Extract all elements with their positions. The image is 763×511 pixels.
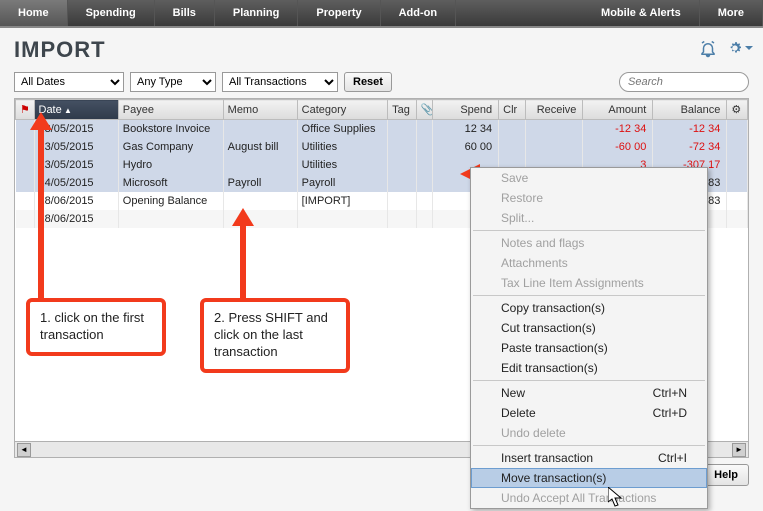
menu-item: Attachments <box>471 253 707 273</box>
col-payee[interactable]: Payee <box>118 100 223 120</box>
col-memo[interactable]: Memo <box>223 100 297 120</box>
tab-home[interactable]: Home <box>0 0 68 26</box>
menu-item: Restore <box>471 188 707 208</box>
col-tag[interactable]: Tag <box>388 100 417 120</box>
tab-mobile-alerts[interactable]: Mobile & Alerts <box>583 0 700 26</box>
tab-planning[interactable]: Planning <box>215 0 298 26</box>
col-spend[interactable]: Spend <box>433 100 499 120</box>
top-nav: Home Spending Bills Planning Property Ad… <box>0 0 763 28</box>
titlebar: IMPORT <box>0 28 763 68</box>
scroll-right-button[interactable]: ► <box>732 443 746 457</box>
col-attachment[interactable]: 📎 <box>416 100 432 120</box>
col-gear[interactable]: ⚙ <box>727 100 748 120</box>
page-title: IMPORT <box>14 37 106 63</box>
menu-item: Split... <box>471 208 707 228</box>
tab-bills[interactable]: Bills <box>155 0 215 26</box>
col-receive[interactable]: Receive <box>525 100 583 120</box>
menu-separator <box>473 295 705 296</box>
menu-item: Notes and flags <box>471 233 707 253</box>
menu-item: Undo Accept All Transactions <box>471 488 707 508</box>
help-button[interactable]: Help <box>703 464 749 486</box>
col-category[interactable]: Category <box>297 100 387 120</box>
reset-button[interactable]: Reset <box>344 72 392 92</box>
menu-item[interactable]: Insert transactionCtrl+I <box>471 448 707 468</box>
paperclip-icon: 📎 <box>421 104 433 116</box>
callout-1: 1. click on the first transaction <box>26 298 166 356</box>
menu-item[interactable]: Paste transaction(s) <box>471 338 707 358</box>
filter-transactions[interactable]: All Transactions <box>222 72 338 92</box>
menu-item[interactable]: Copy transaction(s) <box>471 298 707 318</box>
tab-addon[interactable]: Add-on <box>381 0 456 26</box>
tab-property[interactable]: Property <box>298 0 380 26</box>
menu-item: Undo delete <box>471 423 707 443</box>
alarm-icon[interactable] <box>699 40 717 61</box>
col-balance[interactable]: Balance <box>653 100 727 120</box>
menu-separator <box>473 230 705 231</box>
grid-header-row: ⚑ Date Payee Memo Category Tag 📎 Spend C… <box>16 100 748 120</box>
filter-bar: All Dates Any Type All Transactions Rese… <box>0 68 763 98</box>
menu-item[interactable]: Edit transaction(s) <box>471 358 707 378</box>
menu-item[interactable]: DeleteCtrl+D <box>471 403 707 423</box>
search-input[interactable] <box>619 72 749 92</box>
menu-item: Save <box>471 168 707 188</box>
col-date[interactable]: Date <box>34 100 118 120</box>
menu-item[interactable]: Move transaction(s) <box>471 468 707 488</box>
table-row[interactable]: 23/05/2015Bookstore InvoiceOffice Suppli… <box>16 120 748 138</box>
menu-separator <box>473 445 705 446</box>
filter-type[interactable]: Any Type <box>130 72 216 92</box>
table-row[interactable]: 23/05/2015Gas CompanyAugust billUtilitie… <box>16 138 748 156</box>
menu-item[interactable]: NewCtrl+N <box>471 383 707 403</box>
menu-item: Tax Line Item Assignments <box>471 273 707 293</box>
gear-icon[interactable] <box>727 40 749 56</box>
gear-icon: ⚙ <box>731 104 741 116</box>
context-menu: SaveRestoreSplit... Notes and flagsAttach… <box>470 167 708 509</box>
col-amount[interactable]: Amount <box>583 100 653 120</box>
col-clr[interactable]: Clr <box>499 100 526 120</box>
scroll-left-button[interactable]: ◄ <box>17 443 31 457</box>
col-flag[interactable]: ⚑ <box>16 100 35 120</box>
menu-separator <box>473 380 705 381</box>
menu-item[interactable]: Cut transaction(s) <box>471 318 707 338</box>
tab-more[interactable]: More <box>700 0 763 26</box>
filter-dates[interactable]: All Dates <box>14 72 124 92</box>
tab-spending[interactable]: Spending <box>68 0 155 26</box>
callout-2: 2. Press SHIFT and click on the last tra… <box>200 298 350 373</box>
